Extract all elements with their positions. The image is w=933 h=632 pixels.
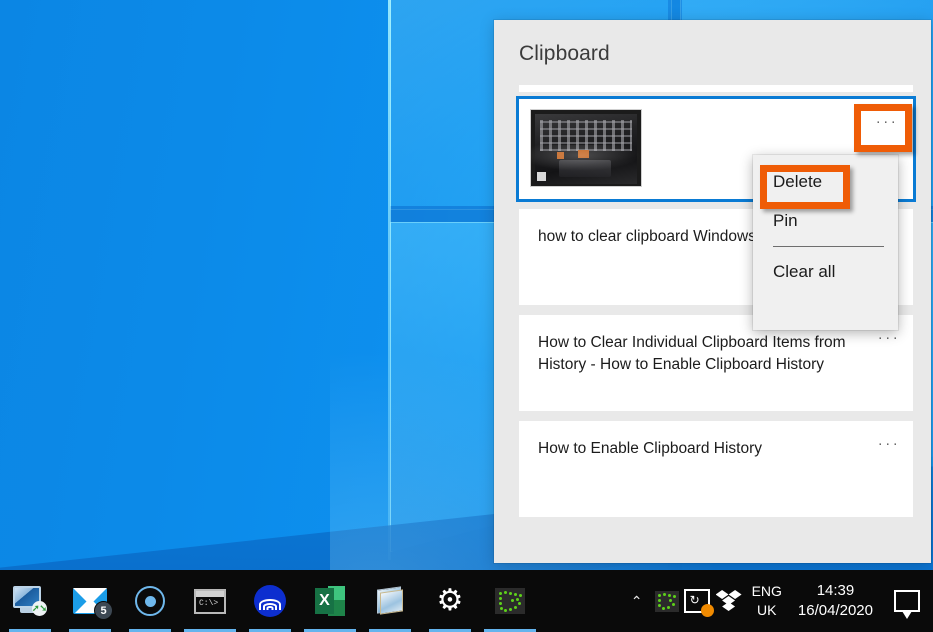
action-center-icon xyxy=(894,590,920,619)
taskbar-item-green-dotted-app[interactable] xyxy=(480,570,540,632)
wireless-app-icon xyxy=(254,585,286,617)
excel-icon: X xyxy=(315,586,345,616)
screen-capture-tray-icon xyxy=(654,590,679,612)
gear-icon: ⚙ xyxy=(436,584,464,617)
taskbar-app-buttons: ➚➘ 5 C:\> X ⚙ xyxy=(0,570,540,632)
page-title: Clipboard xyxy=(519,42,610,65)
excel-glyph: X xyxy=(319,592,330,609)
clipboard-item-more-button[interactable]: ··· xyxy=(872,428,906,458)
taskbar-item-command-prompt[interactable]: C:\> xyxy=(180,570,240,632)
clipboard-item-more-button[interactable]: ··· xyxy=(865,103,909,139)
paint-icon xyxy=(375,586,405,615)
taskbar-item-settings[interactable]: ⚙ xyxy=(420,570,480,632)
tray-icon-dropbox[interactable] xyxy=(712,570,746,632)
tray-icon-green-dotted[interactable] xyxy=(652,570,682,632)
action-center-button[interactable] xyxy=(887,570,927,632)
context-menu-item-clear-all[interactable]: Clear all xyxy=(753,253,898,292)
screen-capture-icon xyxy=(495,588,525,614)
taskbar-item-paint[interactable] xyxy=(360,570,420,632)
command-prompt-text: C:\> xyxy=(199,598,219,608)
title-divider xyxy=(519,85,913,92)
clipboard-item-context-menu: Delete Pin Clear all xyxy=(753,155,898,330)
mail-unread-badge: 5 xyxy=(94,601,113,620)
taskbar-item-mail[interactable]: 5 xyxy=(60,570,120,632)
taskbar-item-screen-recorder[interactable] xyxy=(120,570,180,632)
clock-time: 14:39 xyxy=(816,582,855,599)
sync-icon: ↻ xyxy=(683,589,714,617)
context-menu-item-pin[interactable]: Pin xyxy=(753,202,898,241)
language-line-1: ENG xyxy=(751,583,782,599)
system-tray: ⌃ ↻ ENG UK 14:39 16/04/2020 xyxy=(622,570,933,632)
taskbar: ➚➘ 5 C:\> X ⚙ ⌃ ↻ ENG UK 14:39 16/04/202… xyxy=(0,570,933,632)
show-hidden-icons-button[interactable]: ⌃ xyxy=(622,570,652,632)
clipboard-image-thumbnail xyxy=(530,109,642,187)
language-indicator[interactable]: ENG UK xyxy=(746,582,792,620)
context-menu-item-delete[interactable]: Delete xyxy=(753,163,898,202)
taskbar-item-blue-app[interactable] xyxy=(240,570,300,632)
desktop: Clipboard ··· how to clear clipboard Win… xyxy=(0,0,933,632)
command-prompt-icon: C:\> xyxy=(194,588,226,614)
clock-date: 16/04/2020 xyxy=(797,602,873,619)
remote-desktop-icon: ➚➘ xyxy=(13,586,47,616)
chevron-up-icon: ⌃ xyxy=(630,592,643,609)
record-icon xyxy=(135,586,165,616)
taskbar-item-remote-desktop[interactable]: ➚➘ xyxy=(0,570,60,632)
taskbar-item-excel[interactable]: X xyxy=(300,570,360,632)
clipboard-item-text: How to Enable Clipboard History xyxy=(538,440,762,457)
dropbox-icon xyxy=(715,590,742,612)
mail-icon: 5 xyxy=(73,588,113,620)
language-line-2: UK xyxy=(757,602,777,618)
clipboard-item-text-3[interactable]: How to Enable Clipboard History ··· xyxy=(519,421,913,517)
tray-icon-sync[interactable]: ↻ xyxy=(682,570,714,632)
context-menu-separator xyxy=(773,246,884,248)
clock[interactable]: 14:39 16/04/2020 xyxy=(792,581,887,621)
